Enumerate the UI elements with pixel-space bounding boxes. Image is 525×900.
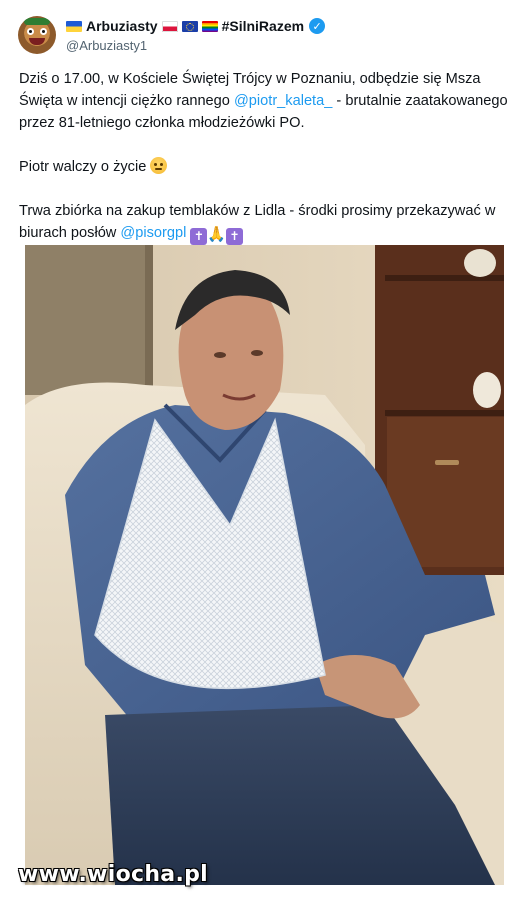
author-name-row[interactable]: Arbuziasty #SilniRazem ✓: [66, 18, 326, 34]
ukraine-flag-icon: [66, 20, 82, 32]
mention-link[interactable]: @pisorgpl: [120, 225, 186, 241]
post-media-image[interactable]: [25, 245, 504, 885]
author-handle[interactable]: @Arbuziasty1: [66, 38, 147, 53]
poland-flag-icon: [161, 20, 178, 32]
pleading-face-icon: [150, 157, 168, 174]
mention-link[interactable]: @piotr_kaleta_: [234, 93, 332, 109]
paragraph-2: Piotr walczy o życie: [19, 156, 509, 178]
watermark-text: www.wiocha.pl: [18, 862, 208, 887]
tweet-text: Dziś o 17.00, w Kościele Świętej Trójcy …: [19, 68, 509, 268]
cross-icon: ✝: [190, 227, 208, 245]
praying-hands-icon: 🙏: [207, 226, 227, 243]
display-name[interactable]: Arbuziasty: [86, 18, 158, 34]
paragraph-2-text: Piotr walczy o życie: [19, 159, 147, 175]
post-header: Arbuziasty #SilniRazem ✓ @Arbuziasty1: [18, 14, 508, 58]
hashtag-in-name: #SilniRazem: [221, 18, 305, 34]
paragraph-1: Dziś o 17.00, w Kościele Świętej Trójcy …: [19, 68, 509, 134]
avatar-icon[interactable]: [18, 16, 56, 54]
paragraph-3-text: Trwa zbiórka na zakup temblaków z Lidla …: [19, 203, 496, 241]
cross-icon: ✝: [226, 227, 244, 245]
rainbow-flag-icon: [201, 20, 218, 32]
photo-illustration: [25, 245, 504, 885]
paragraph-3: Trwa zbiórka na zakup temblaków z Lidla …: [19, 200, 509, 246]
eu-flag-icon: [181, 20, 198, 32]
verified-badge-icon[interactable]: ✓: [309, 18, 326, 34]
